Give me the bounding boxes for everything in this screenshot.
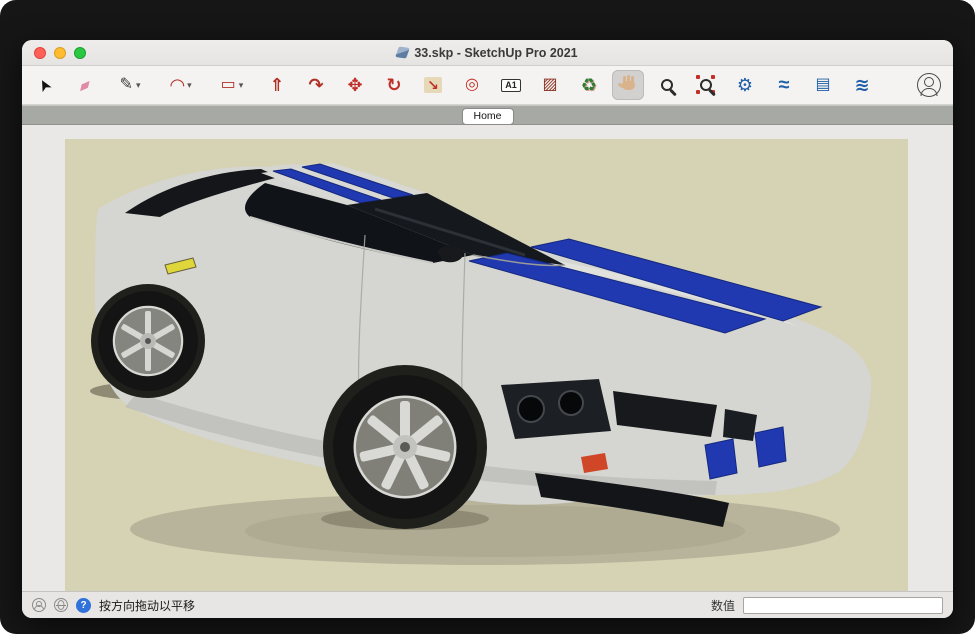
help-button[interactable]: ? — [76, 598, 91, 613]
measurements-label: 数值 — [711, 597, 735, 614]
globe-icon[interactable] — [54, 598, 68, 612]
sandbox-tool[interactable]: ≋ — [846, 70, 878, 100]
toolbar: ➤▰✎▾◠▾▭▾⇑↷✥↻↘◎A1▨♻⚙≈▤≋ — [22, 66, 953, 105]
text-tool[interactable]: A1 — [495, 70, 527, 100]
status-bar: ? 按方向拖动以平移 数值 — [22, 591, 953, 618]
model-info-tool[interactable]: ⚙ — [729, 70, 761, 100]
scale-icon: ↘ — [424, 77, 442, 93]
status-hint-text: 按方向拖动以平移 — [99, 597, 195, 614]
pan-icon — [622, 81, 635, 90]
select-tool[interactable]: ➤ — [30, 70, 62, 100]
soften-edges-icon: ≈ — [779, 75, 790, 95]
measurements-group: 数值 — [711, 597, 943, 614]
text-icon: A1 — [501, 79, 521, 92]
window-title: 33.skp - SketchUp Pro 2021 — [414, 46, 577, 60]
rotate-tool[interactable]: ↻ — [378, 70, 410, 100]
sandbox-icon: ≋ — [854, 76, 869, 94]
follow-me-tool[interactable]: ↷ — [300, 70, 332, 100]
line-tool[interactable]: ✎▾ — [108, 70, 152, 100]
drawing-canvas[interactable] — [65, 139, 908, 591]
sketchup-window: 33.skp - SketchUp Pro 2021 ➤▰✎▾◠▾▭▾⇑↷✥↻↘… — [22, 40, 953, 618]
model-info-icon: ⚙ — [737, 76, 753, 94]
scale-tool[interactable]: ↘ — [417, 70, 449, 100]
zoom-icon — [661, 79, 673, 91]
line-icon: ✎ — [120, 77, 133, 93]
zoom-extents-icon — [700, 79, 712, 91]
orbit-icon: ♻ — [581, 76, 597, 94]
move-icon: ✥ — [347, 76, 362, 94]
shapes-icon: ▭ — [221, 77, 236, 93]
follow-me-icon: ↷ — [308, 76, 323, 94]
canvas-area — [22, 125, 953, 591]
layers-tool[interactable]: ▤ — [807, 70, 839, 100]
zoom-button[interactable] — [74, 47, 86, 59]
monitor-bezel: 33.skp - SketchUp Pro 2021 ➤▰✎▾◠▾▭▾⇑↷✥↻↘… — [0, 0, 975, 634]
scene-tab-bar: Home — [22, 105, 953, 125]
arc-tool[interactable]: ◠▾ — [159, 70, 203, 100]
account-button[interactable] — [917, 73, 941, 97]
eraser-tool[interactable]: ▰ — [69, 70, 101, 100]
dropdown-caret-icon: ▾ — [187, 80, 192, 91]
shapes-tool[interactable]: ▭▾ — [210, 70, 254, 100]
soften-edges-tool[interactable]: ≈ — [768, 70, 800, 100]
paint-bucket-tool[interactable]: ▨ — [534, 70, 566, 100]
close-button[interactable] — [34, 47, 46, 59]
dropdown-caret-icon: ▾ — [239, 80, 244, 91]
offset-icon: ◎ — [465, 77, 479, 93]
minimize-button[interactable] — [54, 47, 66, 59]
rotate-icon: ↻ — [386, 76, 401, 94]
zoom-tool[interactable] — [651, 70, 683, 100]
pan-tool[interactable] — [612, 70, 644, 100]
user-icon[interactable] — [32, 598, 46, 612]
zoom-extents-tool[interactable] — [690, 70, 722, 100]
move-tool[interactable]: ✥ — [339, 70, 371, 100]
orbit-tool[interactable]: ♻ — [573, 70, 605, 100]
toolbar-tools: ➤▰✎▾◠▾▭▾⇑↷✥↻↘◎A1▨♻⚙≈▤≋ — [30, 70, 878, 100]
traffic-lights — [34, 40, 86, 65]
car-model — [65, 139, 908, 591]
paint-bucket-icon: ▨ — [542, 77, 557, 93]
measurements-input[interactable] — [743, 597, 943, 614]
scene-tab-home[interactable]: Home — [461, 108, 513, 125]
arc-icon: ◠ — [170, 76, 184, 94]
sketchup-logo-icon — [395, 46, 410, 58]
title-bar: 33.skp - SketchUp Pro 2021 — [22, 40, 953, 66]
select-icon: ➤ — [36, 75, 56, 94]
push-pull-icon: ⇑ — [269, 76, 284, 94]
layers-icon: ▤ — [815, 77, 830, 93]
offset-tool[interactable]: ◎ — [456, 70, 488, 100]
eraser-icon: ▰ — [78, 75, 91, 95]
push-pull-tool[interactable]: ⇑ — [261, 70, 293, 100]
dropdown-caret-icon: ▾ — [136, 80, 141, 91]
